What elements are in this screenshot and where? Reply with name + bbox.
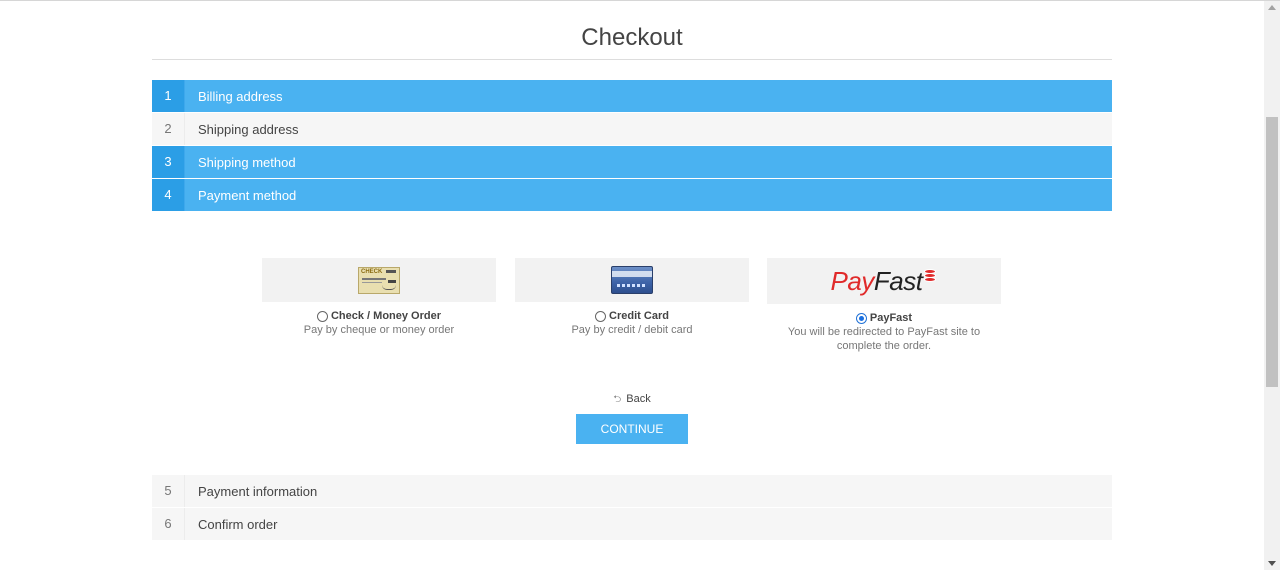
step-number: 4 bbox=[152, 179, 185, 211]
payment-option-description: Pay by cheque or money order bbox=[303, 324, 455, 336]
vertical-scrollbar[interactable] bbox=[1264, 1, 1280, 570]
payment-option-name[interactable]: PayFast bbox=[870, 312, 912, 324]
step-number: 3 bbox=[152, 146, 185, 178]
step-label: Payment information bbox=[198, 483, 318, 499]
step-number: 6 bbox=[152, 508, 185, 540]
step-payment-method[interactable]: 4 Payment method bbox=[152, 179, 1112, 212]
step-number: 2 bbox=[152, 113, 185, 145]
check-logo-text: CHECK bbox=[361, 268, 383, 275]
credit-card-icon bbox=[611, 266, 653, 294]
back-label[interactable]: Back bbox=[626, 393, 650, 405]
back-link[interactable]: ⮌ Back bbox=[0, 392, 1264, 409]
checkout-page: Checkout 1 Billing address 2 Shipping ad… bbox=[152, 1, 1112, 212]
radio-check-money-order[interactable] bbox=[316, 310, 328, 322]
payment-option-name[interactable]: Credit Card bbox=[609, 310, 669, 322]
scroll-up-arrow-icon[interactable] bbox=[1268, 5, 1276, 10]
page-title: Checkout bbox=[152, 1, 1112, 60]
step-shipping-method[interactable]: 3 Shipping method bbox=[152, 146, 1112, 179]
payment-logo-box: CHECK bbox=[262, 258, 496, 302]
step-number: 1 bbox=[152, 80, 185, 112]
payfast-logo: PayFast bbox=[831, 268, 938, 294]
checkout-steps-bottom: 5 Payment information 6 Confirm order bbox=[152, 475, 1112, 541]
payment-option-description: You will be redirected to PayFast site t… bbox=[787, 326, 981, 352]
checkout-steps-top: 1 Billing address 2 Shipping address 3 S… bbox=[152, 80, 1112, 212]
step-confirm-order[interactable]: 6 Confirm order bbox=[152, 508, 1112, 541]
step-number: 5 bbox=[152, 475, 185, 507]
continue-button[interactable]: CONTINUE bbox=[576, 414, 688, 444]
scroll-down-arrow-icon[interactable] bbox=[1268, 561, 1276, 566]
step-shipping-address[interactable]: 2 Shipping address bbox=[152, 113, 1112, 146]
payment-option-credit-card[interactable]: Credit Card Pay by credit / debit card bbox=[515, 258, 749, 337]
step-payment-information[interactable]: 5 Payment information bbox=[152, 475, 1112, 508]
step-billing-address[interactable]: 1 Billing address bbox=[152, 80, 1112, 113]
coins-icon bbox=[924, 269, 937, 283]
payment-option-name[interactable]: Check / Money Order bbox=[331, 310, 441, 322]
radio-credit-card[interactable] bbox=[595, 310, 607, 322]
step-label: Billing address bbox=[198, 88, 283, 104]
payment-option-check[interactable]: CHECK Check / Money Order Pay by cheque … bbox=[262, 258, 496, 337]
undo-arrow-icon: ⮌ bbox=[613, 394, 622, 405]
scrollbar-thumb[interactable] bbox=[1266, 117, 1278, 387]
check-icon: CHECK bbox=[358, 266, 400, 294]
step-label: Payment method bbox=[198, 187, 297, 203]
payment-option-description: Pay by credit / debit card bbox=[571, 324, 693, 336]
radio-payfast[interactable] bbox=[855, 312, 867, 324]
step-label: Shipping address bbox=[198, 121, 299, 137]
payment-logo-box bbox=[515, 258, 749, 302]
step-label: Shipping method bbox=[198, 154, 296, 170]
step-label: Confirm order bbox=[198, 516, 278, 532]
payment-option-payfast[interactable]: PayFast PayFast You will be redirected t… bbox=[767, 258, 1001, 353]
payment-logo-box: PayFast bbox=[767, 258, 1001, 304]
payment-method-list: CHECK Check / Money Order Pay by cheque … bbox=[262, 258, 1002, 358]
